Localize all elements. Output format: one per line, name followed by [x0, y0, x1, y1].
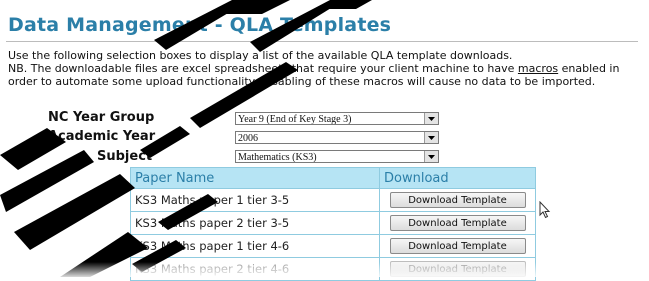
- download-cell: Download Template: [379, 188, 536, 212]
- subject-label: Subject: [97, 149, 153, 164]
- download-template-button[interactable]: Download Template: [389, 261, 526, 277]
- download-cell: Download Template: [379, 211, 536, 235]
- academic-year-select[interactable]: 2006: [235, 131, 439, 144]
- paper-name-cell: KS3 Maths paper 1 tier 4-6: [130, 234, 380, 258]
- templates-table: Paper Name Download KS3 Maths paper 1 ti…: [130, 167, 536, 281]
- table-row: KS3 Maths paper 2 tier 4-6 Download Temp…: [130, 257, 536, 281]
- stamp-stroke-top-a: [222, 0, 290, 14]
- download-template-button[interactable]: Download Template: [389, 192, 526, 208]
- chevron-down-icon[interactable]: [424, 132, 438, 143]
- table-row: KS3 Maths paper 1 tier 3-5 Download Temp…: [130, 188, 536, 212]
- academic-year-value: 2006: [238, 133, 258, 144]
- title-divider: [6, 41, 638, 42]
- paper-name-cell: KS3 Maths paper 2 tier 3-5: [130, 211, 380, 235]
- paper-name-cell: KS3 Maths paper 2 tier 4-6: [130, 257, 380, 281]
- table-header-row: Paper Name Download: [130, 167, 536, 189]
- intro-line-1: Use the following selection boxes to dis…: [8, 49, 513, 62]
- stamp-stroke-top-b: [326, 0, 372, 9]
- year-group-label: NC Year Group: [48, 110, 155, 125]
- page-title: Data Management - QLA Templates: [8, 14, 392, 36]
- intro-text: Use the following selection boxes to dis…: [8, 49, 638, 88]
- macros-link[interactable]: macros: [518, 62, 558, 75]
- intro-line-2-start: NB. The downloadable files are excel spr…: [8, 62, 518, 75]
- stamp-stroke-left-mid: [0, 150, 94, 212]
- subject-select[interactable]: Mathematics (KS3): [235, 150, 439, 163]
- download-cell: Download Template: [379, 257, 536, 281]
- year-group-select[interactable]: Year 9 (End of Key Stage 3): [235, 112, 439, 125]
- download-template-button[interactable]: Download Template: [389, 238, 526, 254]
- table-row: KS3 Maths paper 2 tier 3-5 Download Temp…: [130, 211, 536, 235]
- academic-year-label: Academic Year: [48, 129, 156, 144]
- stamp-stroke-left-low: [14, 174, 135, 250]
- year-group-value: Year 9 (End of Key Stage 3): [238, 114, 352, 125]
- download-header: Download: [379, 167, 536, 189]
- subject-value: Mathematics (KS3): [238, 152, 317, 163]
- chevron-down-icon[interactable]: [424, 151, 438, 162]
- paper-name-cell: KS3 Maths paper 1 tier 3-5: [130, 188, 380, 212]
- table-row: KS3 Maths paper 1 tier 4-6 Download Temp…: [130, 234, 536, 258]
- download-template-button[interactable]: Download Template: [389, 215, 526, 231]
- download-cell: Download Template: [379, 234, 536, 258]
- intro-line-2: NB. The downloadable files are excel spr…: [8, 62, 638, 88]
- chevron-down-icon[interactable]: [424, 113, 438, 124]
- mouse-pointer-icon: [539, 201, 551, 219]
- paper-name-header: Paper Name: [130, 167, 380, 189]
